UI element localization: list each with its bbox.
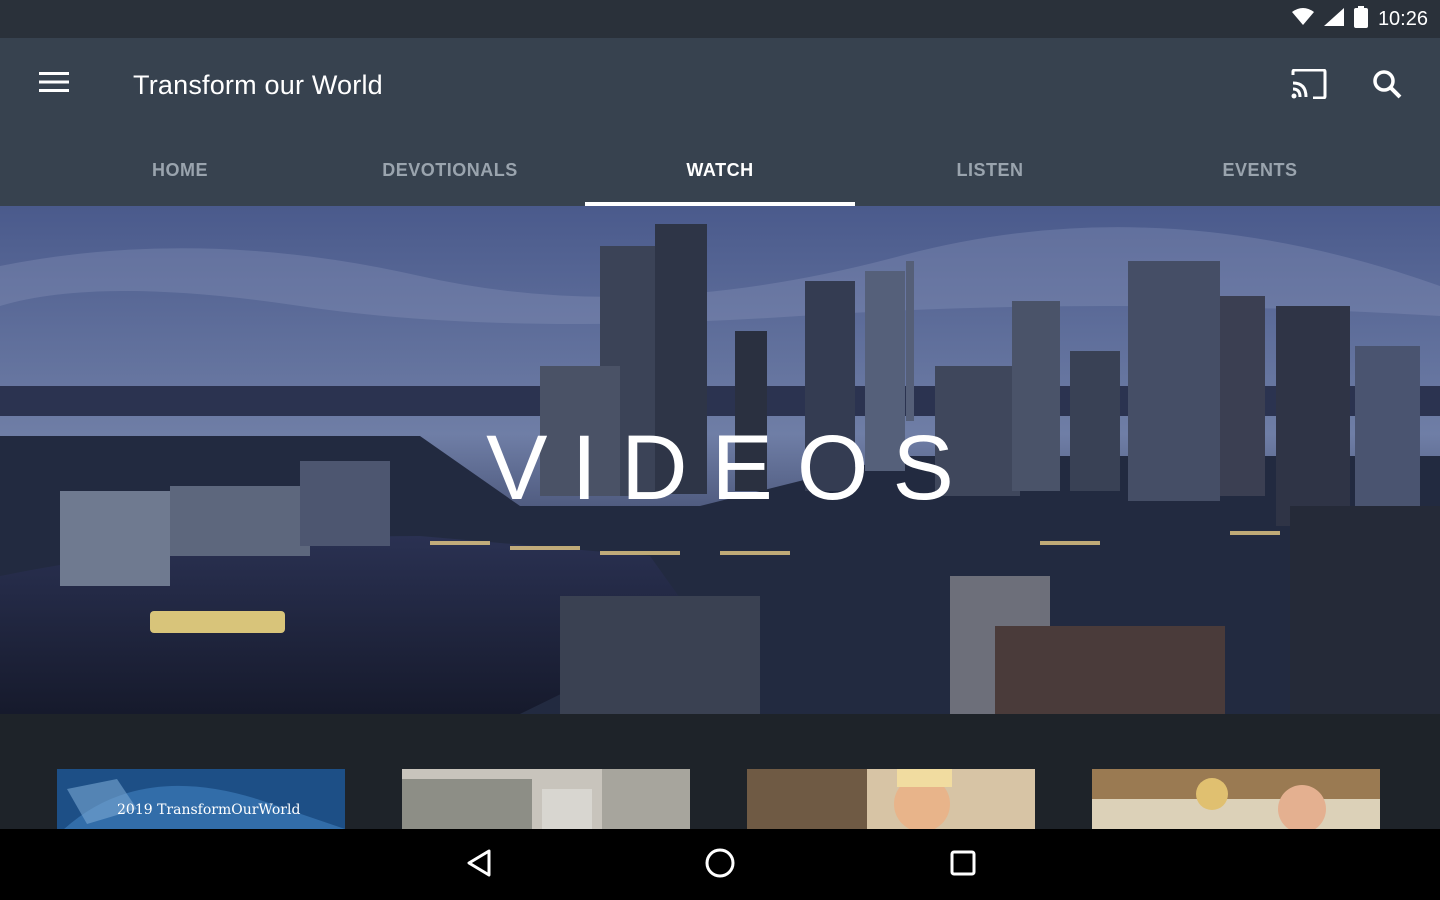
home-button[interactable]: [695, 841, 745, 889]
tab-listen[interactable]: LISTEN: [855, 134, 1125, 206]
tab-watch[interactable]: WATCH: [585, 134, 855, 206]
video-thumbnail[interactable]: 2019 TransformOurWorld: [57, 769, 345, 829]
cast-icon: [1291, 68, 1327, 104]
menu-icon: [39, 71, 69, 98]
video-thumbnail[interactable]: [402, 769, 690, 829]
home-circle-icon: [704, 847, 736, 884]
search-icon: [1372, 69, 1402, 104]
hero-banner: VIDEOS: [0, 206, 1440, 714]
cast-button[interactable]: [1286, 66, 1332, 106]
tab-devotionals[interactable]: DEVOTIONALS: [315, 134, 585, 206]
search-button[interactable]: [1364, 66, 1410, 106]
status-time: 10:26: [1377, 7, 1428, 30]
menu-button[interactable]: [30, 66, 78, 102]
back-button[interactable]: [454, 841, 504, 889]
people-thumbnail-image: [1092, 769, 1380, 829]
battery-icon: [1353, 5, 1368, 33]
signal-icon: [1323, 7, 1344, 31]
app-bar: Transform our World HOME DEVOTIONALS WAT…: [0, 38, 1440, 206]
status-bar: 10:26: [0, 0, 1440, 38]
back-icon: [465, 849, 493, 882]
tab-events[interactable]: EVENTS: [1125, 134, 1395, 206]
tab-bar: HOME DEVOTIONALS WATCH LISTEN EVENTS: [45, 134, 1395, 206]
video-title: 2019 TransformOurWorld: [117, 802, 301, 818]
video-list: 2019 TransformOurWorld: [0, 714, 1440, 829]
video-thumbnail[interactable]: [1092, 769, 1380, 829]
recents-square-icon: [949, 849, 977, 882]
tab-home[interactable]: HOME: [45, 134, 315, 206]
system-nav-bar: [0, 829, 1440, 900]
video-thumbnail[interactable]: [747, 769, 1035, 829]
globe-thumbnail-image: [57, 769, 345, 829]
app-title: Transform our World: [133, 70, 383, 100]
building-thumbnail-image: [402, 769, 690, 829]
recents-button[interactable]: [938, 841, 988, 889]
hero-title: VIDEOS: [486, 417, 978, 519]
wifi-icon: [1291, 7, 1314, 31]
meeting-thumbnail-image: [747, 769, 1035, 829]
status-icons: 10:26: [1291, 0, 1428, 38]
